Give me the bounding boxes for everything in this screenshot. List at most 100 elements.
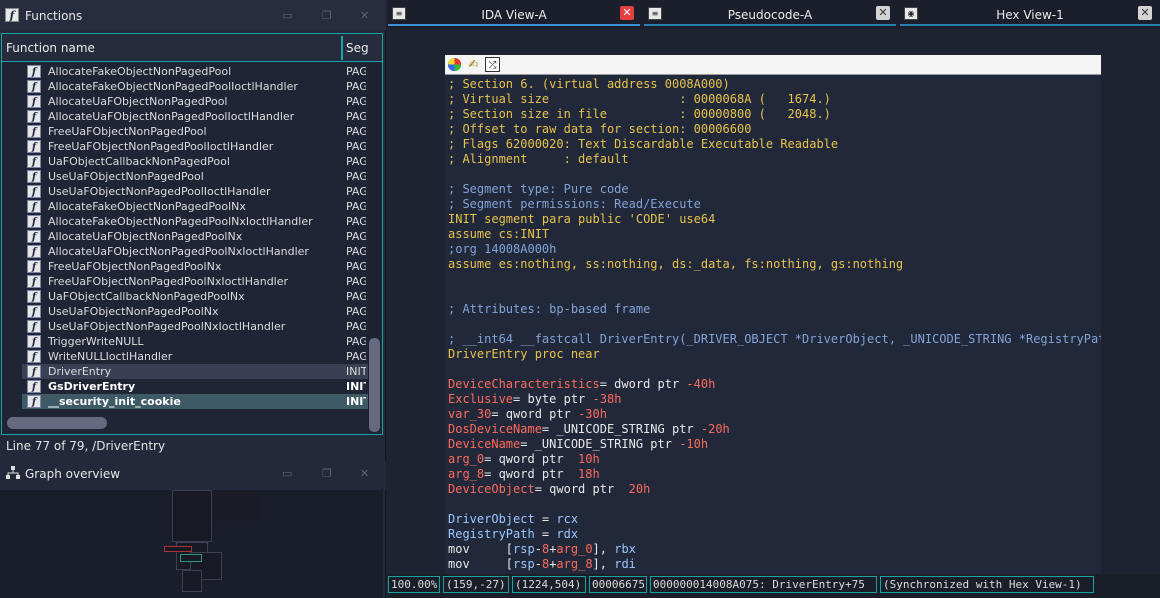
- restore-icon[interactable]: ❐: [322, 9, 332, 22]
- code-token: = _UNICODE_STRING ptr: [520, 437, 680, 451]
- graph-node: [212, 490, 260, 522]
- code-line[interactable]: [448, 167, 1101, 182]
- code-line[interactable]: Exclusive= byte ptr -38h: [448, 392, 1101, 407]
- column-separator[interactable]: [341, 36, 343, 60]
- graph-toggle-icon[interactable]: ⤮: [485, 57, 500, 72]
- code-line[interactable]: ;org 14008A000h: [448, 242, 1101, 257]
- code-line[interactable]: ; Attributes: bp-based frame: [448, 302, 1101, 317]
- function-row[interactable]: f FreeUaFObjectNonPagedPoolNx PAGE: [22, 259, 368, 274]
- function-row[interactable]: f UaFObjectCallbackNonPagedPoolNx PAGE: [22, 289, 368, 304]
- code-token: -20h: [700, 422, 730, 436]
- code-line[interactable]: mov [rsp-8+arg_0], rbx: [448, 542, 1101, 557]
- horizontal-scrollbar-thumb[interactable]: [7, 417, 107, 429]
- functions-vertical-scrollbar[interactable]: [368, 64, 381, 434]
- function-row[interactable]: f AllocateFakeObjectNonPagedPoolNxIoctlHa…: [22, 214, 368, 229]
- function-row[interactable]: f GsDriverEntry INIT: [22, 379, 368, 394]
- code-token: var_30: [448, 407, 492, 421]
- code-line[interactable]: INIT segment para public 'CODE' use64: [448, 212, 1101, 227]
- code-line[interactable]: ; Section size in file : 00000800 ( 2048…: [448, 107, 1101, 122]
- code-line[interactable]: DriverEntry proc near: [448, 347, 1101, 362]
- function-row[interactable]: f AllocateUaFObjectNonPagedPoolNxIoctlHan…: [22, 244, 368, 259]
- column-header-function-name[interactable]: Function name: [6, 41, 95, 55]
- function-icon: f: [27, 305, 41, 318]
- code-line[interactable]: ; Alignment : default: [448, 152, 1101, 167]
- minimize-icon[interactable]: ▭: [282, 9, 292, 22]
- function-row[interactable]: f FreeUaFObjectNonPagedPoolIoctlHandler PA…: [22, 139, 368, 154]
- graph-overview-canvas[interactable]: [0, 490, 383, 598]
- function-segment: PAGE: [346, 140, 366, 153]
- code-line[interactable]: assume es:nothing, ss:nothing, ds:_data,…: [448, 257, 1101, 272]
- code-line[interactable]: assume cs:INIT: [448, 227, 1101, 242]
- code-line[interactable]: ; Flags 62000020: Text Discardable Execu…: [448, 137, 1101, 152]
- code-token: ;org 14008A000h: [448, 242, 557, 256]
- function-row[interactable]: f AllocateFakeObjectNonPagedPool PAGE: [22, 64, 368, 79]
- code-line[interactable]: arg_0= qword ptr 10h: [448, 452, 1101, 467]
- function-row[interactable]: f UseUaFObjectNonPagedPool PAGE: [22, 169, 368, 184]
- function-row[interactable]: f FreeUaFObjectNonPagedPoolNxIoctlHandler…: [22, 274, 368, 289]
- code-line[interactable]: [448, 287, 1101, 302]
- function-row[interactable]: f FreeUaFObjectNonPagedPool PAGE: [22, 124, 368, 139]
- function-row[interactable]: f AllocateUaFObjectNonPagedPoolNx PAGE: [22, 229, 368, 244]
- code-line[interactable]: ; __int64 __fastcall DriverEntry(_DRIVER…: [448, 332, 1101, 347]
- tab-pseudocode-a[interactable]: ≡ Pseudocode-A ✕: [644, 3, 896, 26]
- function-row[interactable]: f UseUaFObjectNonPagedPoolIoctlHandler PAG…: [22, 184, 368, 199]
- code-line[interactable]: var_30= qword ptr -30h: [448, 407, 1101, 422]
- code-line[interactable]: DeviceObject= qword ptr 20h: [448, 482, 1101, 497]
- function-row[interactable]: f WriteNULLIoctlHandler PAGE: [22, 349, 368, 364]
- color-wheel-icon[interactable]: [447, 57, 462, 72]
- tab-hex-view-1[interactable]: ◉ Hex View-1 ✕: [900, 3, 1160, 26]
- code-line[interactable]: RegistryPath = rdx: [448, 527, 1101, 542]
- code-line[interactable]: ; Segment permissions: Read/Execute: [448, 197, 1101, 212]
- edit-icon[interactable]: ✍: [466, 57, 481, 72]
- function-row[interactable]: f UseUaFObjectNonPagedPoolNx PAGE: [22, 304, 368, 319]
- code-token: -40h: [686, 377, 716, 391]
- zoom-level: 100.00%: [388, 576, 440, 593]
- column-header-segment[interactable]: Seg: [346, 41, 369, 55]
- code-token: ; Section size in file : 00000800 ( 2048…: [448, 107, 831, 121]
- tab-ida-view-a[interactable]: ≡ IDA View-A ✕: [388, 3, 640, 26]
- function-row[interactable]: f AllocateUaFObjectNonPagedPoolIoctlHandl…: [22, 109, 368, 124]
- graph-minimize-icon[interactable]: ▭: [282, 467, 292, 480]
- code-line[interactable]: ; Offset to raw data for section: 000066…: [448, 122, 1101, 137]
- function-row[interactable]: f UseUaFObjectNonPagedPoolNxIoctlHandler P…: [22, 319, 368, 334]
- function-icon: f: [27, 380, 41, 393]
- disassembly-listing[interactable]: ✍ ⤮ ; Section 6. (virtual address 0008A0…: [445, 55, 1101, 575]
- graph-overview-titlebar[interactable]: Graph overview ▭ ❐ ✕: [0, 461, 386, 490]
- code-line[interactable]: DriverObject = rcx: [448, 512, 1101, 527]
- code-line[interactable]: [448, 362, 1101, 377]
- code-line[interactable]: DosDeviceName= _UNICODE_STRING ptr -20h: [448, 422, 1101, 437]
- function-row[interactable]: f AllocateFakeObjectNonPagedPoolIoctlHand…: [22, 79, 368, 94]
- code-line[interactable]: ; Segment type: Pure code: [448, 182, 1101, 197]
- function-row[interactable]: f UaFObjectCallbackNonPagedPool PAGE: [22, 154, 368, 169]
- function-icon: f: [27, 65, 41, 78]
- function-icon: f: [27, 125, 41, 138]
- code-line[interactable]: [448, 497, 1101, 512]
- code-line[interactable]: DeviceCharacteristics= dword ptr -40h: [448, 377, 1101, 392]
- code-token: ; Segment permissions: Read/Execute: [448, 197, 701, 211]
- vertical-scrollbar-thumb[interactable]: [369, 338, 380, 432]
- code-line[interactable]: mov [rsp-8+arg_8], rdi: [448, 557, 1101, 572]
- function-row[interactable]: f DriverEntry INIT: [22, 364, 368, 379]
- function-segment: INIT: [346, 380, 366, 393]
- code-line[interactable]: arg_8= qword ptr 18h: [448, 467, 1101, 482]
- code-line[interactable]: ; Virtual size : 0000068A ( 1674.): [448, 92, 1101, 107]
- functions-pane-titlebar[interactable]: f Functions ▭ ❐ ✕: [0, 0, 386, 30]
- code-line[interactable]: DeviceName= _UNICODE_STRING ptr -10h: [448, 437, 1101, 452]
- code-line[interactable]: ; Section 6. (virtual address 0008A000): [448, 77, 1101, 92]
- code-token: ; Section 6. (virtual address 0008A000): [448, 77, 730, 91]
- graph-restore-icon[interactable]: ❐: [322, 467, 332, 480]
- close-tab-icon[interactable]: ✕: [620, 6, 634, 20]
- code-token: ; Flags 62000020: Text Discardable Execu…: [448, 137, 839, 151]
- code-line[interactable]: [448, 272, 1101, 287]
- code-line[interactable]: [448, 317, 1101, 332]
- graph-overview-icon: [6, 466, 20, 479]
- close-pane-icon[interactable]: ✕: [360, 9, 369, 22]
- close-tab-icon[interactable]: ✕: [1138, 6, 1152, 20]
- function-row[interactable]: f TriggerWriteNULL PAGE: [22, 334, 368, 349]
- close-tab-icon[interactable]: ✕: [876, 6, 890, 20]
- graph-close-icon[interactable]: ✕: [360, 467, 369, 480]
- function-row[interactable]: f __security_init_cookie INIT: [22, 394, 368, 409]
- code-token: rdx: [556, 527, 579, 541]
- function-row[interactable]: f AllocateUaFObjectNonPagedPool PAGE: [22, 94, 368, 109]
- function-row[interactable]: f AllocateFakeObjectNonPagedPoolNx PAGE: [22, 199, 368, 214]
